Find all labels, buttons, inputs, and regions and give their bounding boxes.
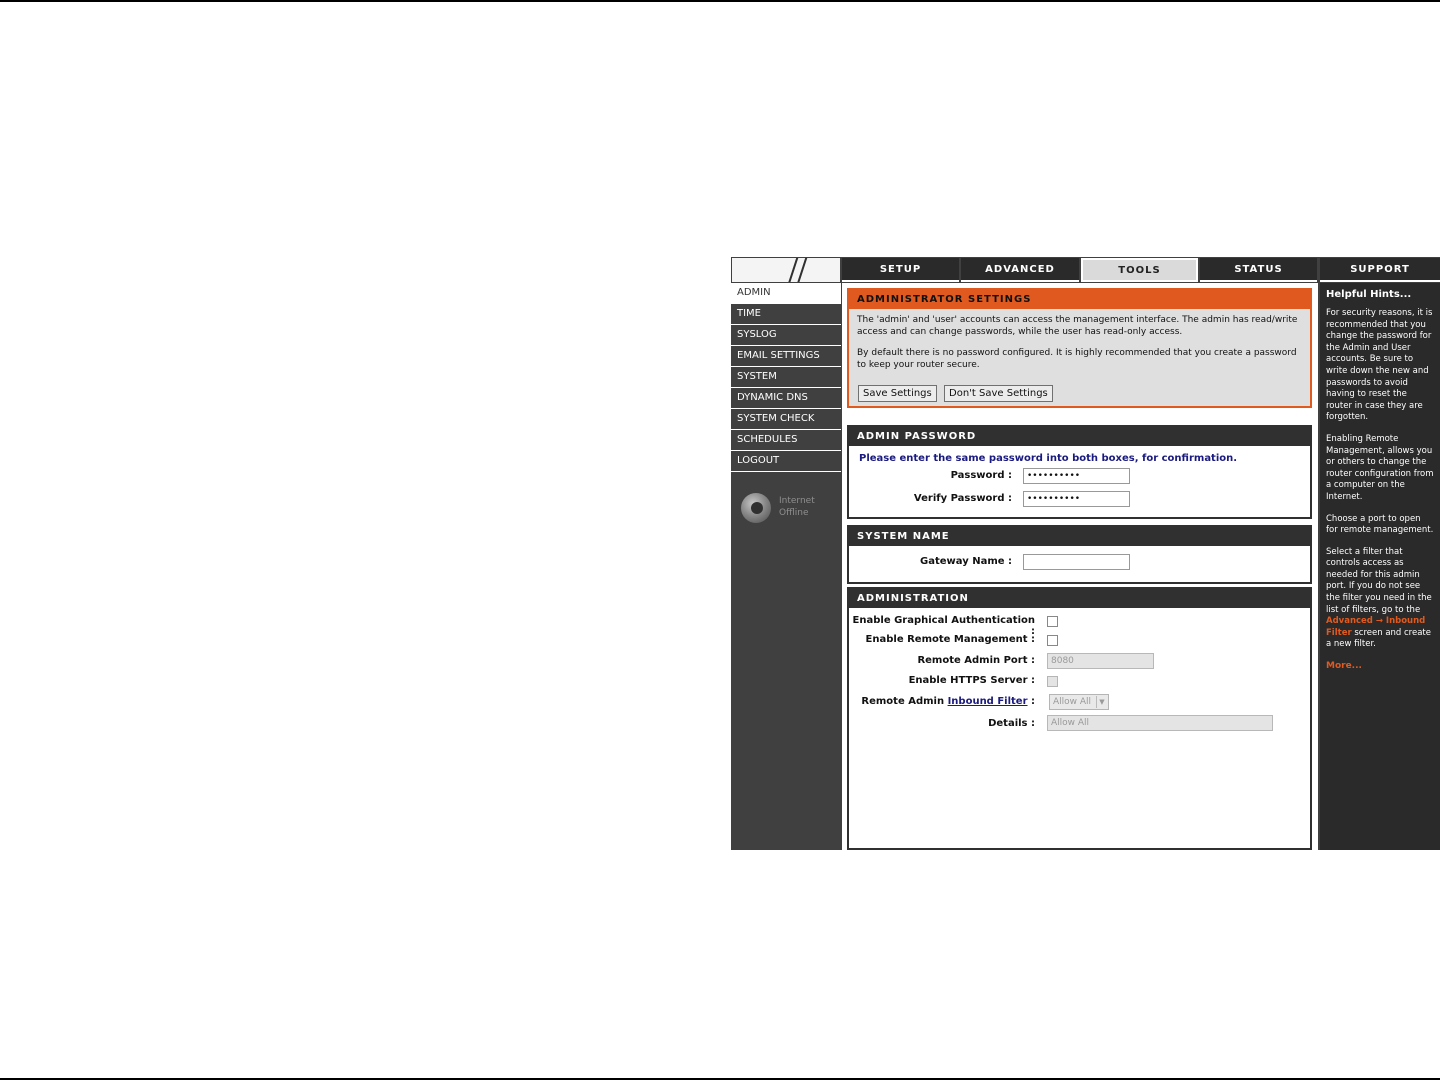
sidebar-item-schedules[interactable]: SCHEDULES xyxy=(731,430,841,451)
tab-advanced[interactable]: ADVANCED xyxy=(961,258,1079,282)
logo-slash-mark xyxy=(796,258,808,282)
helpful-hints-panel: Helpful Hints... For security reasons, i… xyxy=(1320,283,1440,850)
administrator-settings-box: ADMINISTRATOR SETTINGS The 'admin' and '… xyxy=(847,288,1312,408)
globe-icon xyxy=(741,493,771,523)
graphical-auth-checkbox[interactable] xyxy=(1047,616,1058,627)
inbound-filter-select[interactable]: Allow All ▼ xyxy=(1049,694,1109,710)
inbound-filter-select-value: Allow All xyxy=(1053,697,1092,707)
sidebar: ADMIN TIME SYSLOG EMAIL SETTINGS SYSTEM … xyxy=(731,283,841,472)
hint-inbound-filter-pre: Select a filter that controls access as … xyxy=(1326,546,1432,615)
remote-management-checkbox[interactable] xyxy=(1047,635,1058,646)
inbound-filter-link[interactable]: Inbound Filter xyxy=(948,696,1028,707)
dont-save-settings-button[interactable]: Don't Save Settings xyxy=(944,385,1053,402)
sidebar-item-system[interactable]: SYSTEM xyxy=(731,367,841,388)
internet-status: Internet Offline xyxy=(741,493,815,523)
sidebar-item-admin[interactable]: ADMIN xyxy=(731,283,841,304)
internet-status-line2: Offline xyxy=(779,508,809,518)
administration-title: ADMINISTRATION xyxy=(849,589,1310,608)
system-name-title: SYSTEM NAME xyxy=(849,527,1310,546)
sidebar-item-time[interactable]: TIME xyxy=(731,304,841,325)
gateway-name-field[interactable] xyxy=(1023,554,1130,570)
https-server-checkbox[interactable] xyxy=(1047,676,1058,687)
save-settings-button[interactable]: Save Settings xyxy=(858,385,937,402)
internet-status-line1: Internet xyxy=(779,496,815,506)
sidebar-item-logout[interactable]: LOGOUT xyxy=(731,451,841,472)
administrator-settings-title: ADMINISTRATOR SETTINGS xyxy=(849,290,1310,309)
system-name-box: SYSTEM NAME Gateway Name : xyxy=(847,525,1312,584)
more-link[interactable]: More... xyxy=(1326,661,1434,671)
chevron-down-icon: ▼ xyxy=(1096,696,1107,708)
sidebar-item-email-settings[interactable]: EMAIL SETTINGS xyxy=(731,346,841,367)
tab-support[interactable]: SUPPORT xyxy=(1320,258,1440,282)
remote-admin-port-field[interactable]: 8080 xyxy=(1047,653,1154,669)
https-server-label: Enable HTTPS Server : xyxy=(908,675,1035,686)
hint-inbound-filter: Select a filter that controls access as … xyxy=(1326,547,1434,651)
main-content: ADMINISTRATOR SETTINGS The 'admin' and '… xyxy=(842,283,1318,850)
hint-remote-management: Enabling Remote Management, allows you o… xyxy=(1326,433,1434,502)
password-field[interactable]: •••••••••• xyxy=(1023,468,1130,484)
remote-management-label: Enable Remote Management : xyxy=(865,634,1035,645)
admin-password-title: ADMIN PASSWORD xyxy=(849,427,1310,446)
internet-status-text: Internet Offline xyxy=(779,495,815,519)
router-admin-panel: SETUP ADVANCED TOOLS STATUS SUPPORT ADMI… xyxy=(731,257,1440,850)
inbound-filter-label: Remote Admin Inbound Filter : xyxy=(849,696,1035,707)
admin-password-instruction: Please enter the same password into both… xyxy=(859,453,1238,464)
sidebar-item-dynamic-dns[interactable]: DYNAMIC DNS xyxy=(731,388,841,409)
details-field: Allow All xyxy=(1047,715,1273,731)
hint-password: For security reasons, it is recommended … xyxy=(1326,308,1433,423)
tab-setup[interactable]: SETUP xyxy=(842,258,959,282)
sidebar-item-syslog[interactable]: SYSLOG xyxy=(731,325,841,346)
administrator-settings-desc2: By default there is no password configur… xyxy=(857,348,1297,370)
tab-tools[interactable]: TOOLS xyxy=(1081,258,1198,282)
admin-password-box: ADMIN PASSWORD Please enter the same pas… xyxy=(847,425,1312,519)
administrator-settings-desc1: The 'admin' and 'user' accounts can acce… xyxy=(857,315,1298,337)
logo-slash-mark xyxy=(787,258,799,282)
brand-logo xyxy=(732,258,840,282)
gateway-name-label: Gateway Name : xyxy=(920,556,1012,567)
inbound-filter-label-prefix: Remote Admin xyxy=(861,696,948,707)
page-bottom-rule xyxy=(0,1078,1440,1080)
inbound-filter-label-suffix: : xyxy=(1027,696,1035,707)
administration-box: ADMINISTRATION Enable Graphical Authenti… xyxy=(847,587,1312,850)
verify-password-field[interactable]: •••••••••• xyxy=(1023,491,1130,507)
hint-remote-port: Choose a port to open for remote managem… xyxy=(1326,513,1434,536)
details-label: Details : xyxy=(988,718,1035,729)
remote-admin-port-label: Remote Admin Port : xyxy=(917,655,1035,666)
tab-status[interactable]: STATUS xyxy=(1200,258,1317,282)
page-top-rule xyxy=(0,0,1440,2)
verify-password-label: Verify Password : xyxy=(913,493,1012,504)
password-label: Password : xyxy=(950,470,1012,481)
helpful-hints-title: Helpful Hints... xyxy=(1326,289,1412,300)
sidebar-item-system-check[interactable]: SYSTEM CHECK xyxy=(731,409,841,430)
